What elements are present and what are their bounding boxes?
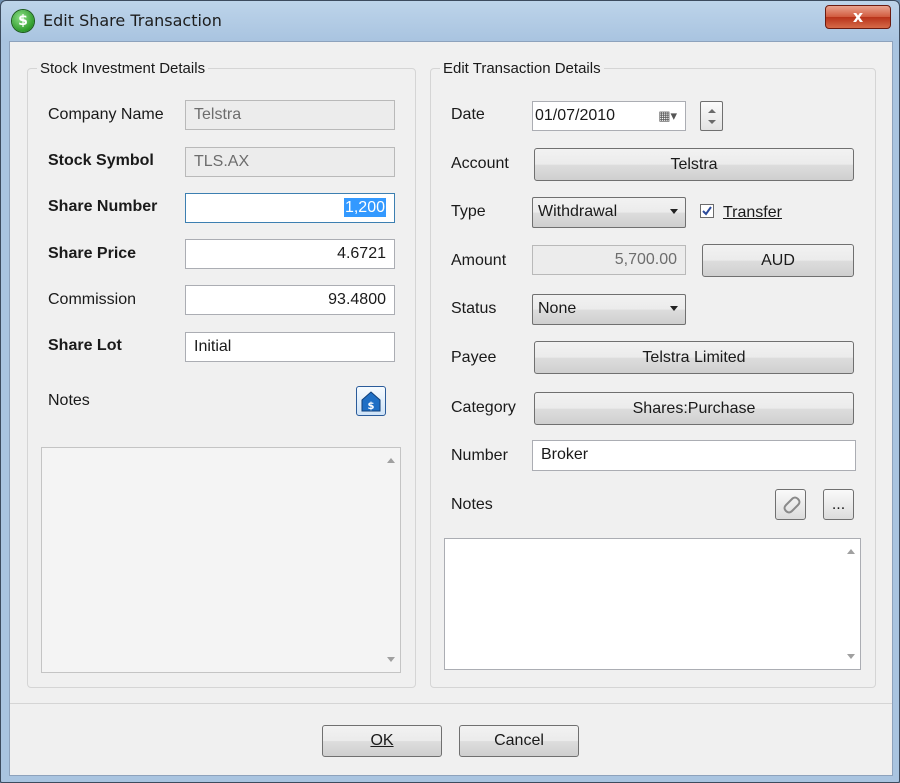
- status-value: None: [538, 300, 577, 317]
- spin-down-icon[interactable]: [708, 120, 716, 124]
- transaction-notes-textarea[interactable]: [444, 538, 861, 670]
- svg-text:$: $: [368, 401, 375, 412]
- house-dollar-icon: $: [361, 391, 381, 412]
- share-price-label: Share Price: [48, 245, 137, 262]
- date-value: 01/07/2010: [535, 107, 616, 124]
- transfer-label-text: Transfer: [723, 204, 782, 221]
- stock-symbol-field[interactable]: TLS.AX: [185, 147, 395, 177]
- date-label: Date: [451, 106, 485, 123]
- calendar-dropdown-icon[interactable]: ▦▾: [658, 102, 677, 130]
- type-dropdown[interactable]: Withdrawal: [532, 197, 686, 228]
- ok-button-label: OK: [370, 732, 394, 749]
- share-number-field[interactable]: 1,200: [185, 193, 395, 223]
- transaction-notes-label: Notes: [451, 496, 493, 513]
- transaction-notes-scrollbar[interactable]: [843, 539, 860, 669]
- window-title: Edit Share Transaction: [43, 11, 222, 30]
- status-dropdown[interactable]: None: [532, 294, 686, 325]
- stock-notes-label: Notes: [48, 392, 90, 409]
- company-name-label: Company Name: [48, 106, 164, 123]
- company-name-field[interactable]: Telstra: [185, 100, 395, 130]
- payee-button[interactable]: Telstra Limited: [534, 341, 854, 374]
- scroll-down-arrow-icon[interactable]: [847, 654, 855, 659]
- cancel-button-label: Cancel: [494, 732, 544, 749]
- stock-symbol-label: Stock Symbol: [48, 152, 154, 169]
- share-lot-label: Share Lot: [48, 337, 122, 354]
- ok-button[interactable]: OK: [322, 725, 442, 757]
- scroll-up-arrow-icon[interactable]: [847, 549, 855, 554]
- date-spinner[interactable]: [700, 101, 723, 131]
- paperclip-icon: [783, 496, 801, 514]
- amount-field[interactable]: 5,700.00: [532, 245, 686, 275]
- share-price-field[interactable]: 4.6721: [185, 239, 395, 269]
- number-field[interactable]: Broker: [532, 440, 856, 471]
- category-button[interactable]: Shares:Purchase: [534, 392, 854, 425]
- stock-notes-scrollbar[interactable]: [383, 448, 400, 672]
- date-field[interactable]: 01/07/2010 ▦▾: [532, 101, 686, 131]
- number-label: Number: [451, 447, 508, 464]
- commission-field[interactable]: 93.4800: [185, 285, 395, 315]
- transaction-details-group-title: Edit Transaction Details: [440, 60, 604, 77]
- amount-label: Amount: [451, 252, 507, 269]
- commission-label: Commission: [48, 291, 137, 308]
- scroll-up-arrow-icon[interactable]: [387, 458, 395, 463]
- stock-notes-icon[interactable]: $: [356, 386, 386, 416]
- transfer-checkbox[interactable]: [700, 204, 714, 218]
- chevron-down-icon: [670, 209, 678, 214]
- edit-share-transaction-window: $ Edit Share Transaction x Stock Investm…: [0, 0, 900, 783]
- share-number-label: Share Number: [48, 198, 158, 215]
- more-notes-button[interactable]: ...: [823, 489, 854, 520]
- cancel-button[interactable]: Cancel: [459, 725, 579, 757]
- scroll-down-arrow-icon[interactable]: [387, 657, 395, 662]
- footer-divider: [10, 703, 892, 704]
- category-label: Category: [451, 399, 516, 416]
- transfer-label[interactable]: Transfer: [723, 204, 782, 222]
- share-number-value: 1,200: [343, 198, 386, 217]
- currency-button[interactable]: AUD: [702, 244, 854, 277]
- share-lot-field[interactable]: Initial: [185, 332, 395, 362]
- spin-up-icon[interactable]: [708, 109, 716, 113]
- account-label: Account: [451, 155, 509, 172]
- stock-investment-group-title: Stock Investment Details: [37, 60, 209, 77]
- dialog-body: Stock Investment Details Company Name Te…: [9, 41, 893, 776]
- checkmark-icon: [702, 206, 712, 216]
- close-button[interactable]: x: [825, 5, 891, 29]
- account-button[interactable]: Telstra: [534, 148, 854, 181]
- title-bar[interactable]: $ Edit Share Transaction x: [1, 1, 899, 41]
- payee-label: Payee: [451, 349, 497, 366]
- stock-notes-textarea[interactable]: [41, 447, 401, 673]
- chevron-down-icon: [670, 306, 678, 311]
- attachment-button[interactable]: [775, 489, 806, 520]
- type-label: Type: [451, 203, 486, 220]
- dollar-app-icon: $: [12, 10, 34, 32]
- type-value: Withdrawal: [538, 203, 618, 220]
- status-label: Status: [451, 300, 497, 317]
